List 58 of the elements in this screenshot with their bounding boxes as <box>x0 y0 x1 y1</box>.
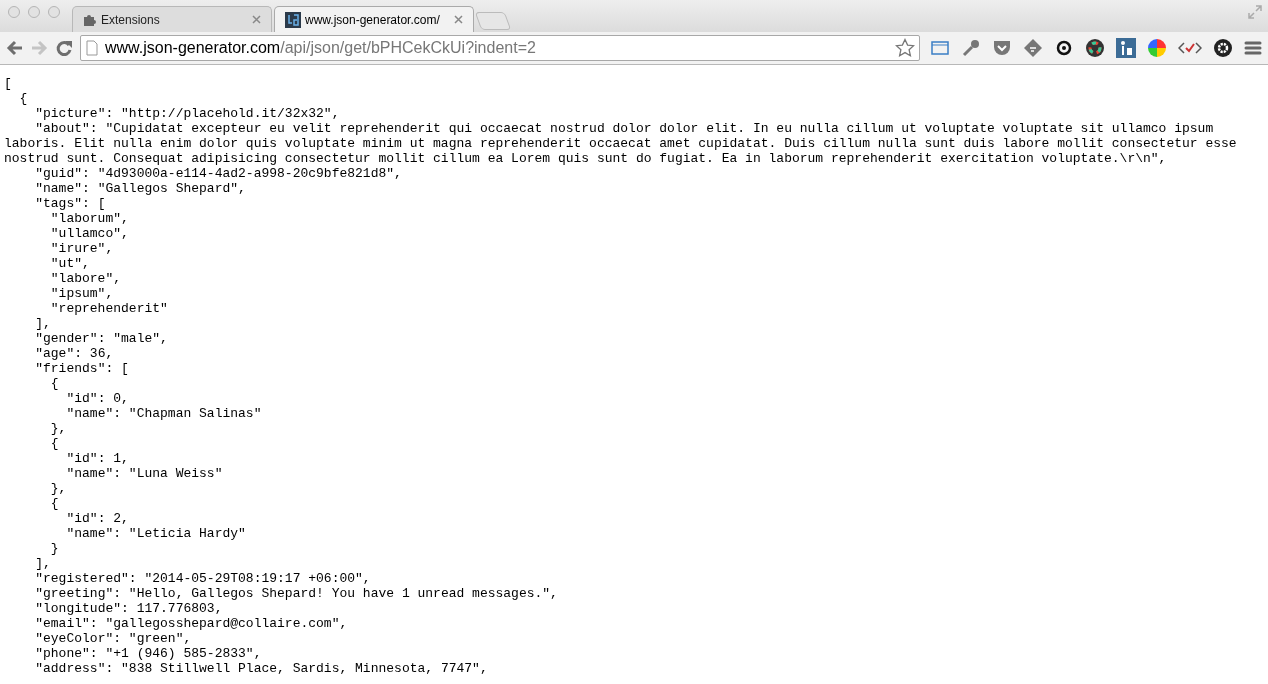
code-line: { <box>18 91 29 106</box>
color-wheel-icon[interactable] <box>1147 38 1167 58</box>
code-line: "name": "Gallegos Shepard", <box>34 181 247 196</box>
code-line: "labore", <box>49 271 123 286</box>
code-line: "picture": "http://placehold.it/32x32", <box>34 106 341 121</box>
code-line: "reprehenderit" <box>49 301 169 316</box>
url-path: /api/json/get/bPHCekCkUi?indent=2 <box>280 38 536 58</box>
settings-icon[interactable] <box>1213 38 1233 58</box>
code-line: [ <box>4 76 13 91</box>
page-icon <box>85 40 99 56</box>
code-line: { <box>49 376 60 391</box>
code-line: } <box>49 541 60 556</box>
code-line: "friends": [ <box>34 361 130 376</box>
code-line: "laborum", <box>49 211 130 226</box>
window-frame-icon[interactable] <box>930 39 950 57</box>
pocket-icon[interactable] <box>992 39 1012 57</box>
code-line: "name": "Chapman Salinas" <box>65 406 263 421</box>
code-line: "eyeColor": "green", <box>34 631 193 646</box>
code-line: "tags": [ <box>34 196 107 211</box>
puzzle-piece-icon <box>83 12 97 27</box>
code-line: "about": "Cupidatat excepteur eu velit reprehenderit qui occaecat nostrud dolor dolor elit. In eu nulla cillum ut voluptate voluptate sit ullamco ipsum laboris. Elit nulla enim dolor quis voluptate minim ut magna reprehenderit occaecat amet cupidatat. Duis cillum nulla sunt duis labore mollit consectetur esse nostrud sunt. Consequat adipisicing consectetur mollit cillum ea Lorem quis sunt do fugiat. Ea in laborum reprehenderit exercitation voluptate.\r\n", <box>4 121 1238 166</box>
code-line: "gender": "male", <box>34 331 169 346</box>
code-line: "email": "gallegosshepard@collaire.com", <box>34 616 349 631</box>
address-bar[interactable]: www.json-generator.com/api/json/get/bPHCekCkUi?indent=2 <box>80 35 920 61</box>
bookmark-star-icon[interactable] <box>895 38 915 58</box>
code-check-icon[interactable] <box>1178 40 1202 56</box>
code-line: "ipsum", <box>49 286 115 301</box>
code-line: "ut", <box>49 256 91 271</box>
code-line: "greeting": "Hello, Gallegos Shepard! You have 1 unread messages.", <box>34 586 559 601</box>
code-line: "irure", <box>49 241 115 256</box>
close-icon[interactable] <box>252 15 261 24</box>
code-line: ], <box>34 316 52 331</box>
code-line: "id": 0, <box>65 391 130 406</box>
code-line: ], <box>34 556 52 571</box>
key-icon[interactable] <box>961 38 981 58</box>
code-line: "id": 1, <box>65 451 130 466</box>
code-line: "age": 36, <box>34 346 115 361</box>
color-lens-icon[interactable] <box>1085 38 1105 58</box>
code-line: { <box>49 436 60 451</box>
code-line: "phone": "+1 (946) 585-2833", <box>34 646 263 661</box>
code-line: }, <box>49 421 68 436</box>
browser-tab[interactable]: Extensions <box>72 6 272 32</box>
code-line: "registered": "2014-05-29T08:19:17 +06:00", <box>34 571 372 586</box>
code-line: "ullamco", <box>49 226 130 241</box>
code-line: "name": "Leticia Hardy" <box>65 526 247 541</box>
code-line: "longitude": 117.776803, <box>34 601 224 616</box>
close-icon[interactable] <box>454 15 463 24</box>
code-line: "id": 2, <box>65 511 130 526</box>
code-line: "guid": "4d93000a-e114-4ad2-a998-20c9bfe821d8", <box>34 166 403 181</box>
browser-tab[interactable]: www.json-generator.com/ <box>274 6 474 32</box>
code-line: }, <box>49 481 68 496</box>
menu-icon[interactable] <box>1244 40 1262 56</box>
code-line: "address": "838 Stillwell Place, Sardis, Minnesota, 7747", <box>34 661 489 676</box>
code-line: "name": "Luna Weiss" <box>65 466 224 481</box>
site-logo-icon <box>285 11 301 28</box>
feed-icon[interactable] <box>1023 38 1043 58</box>
code-line: { <box>49 496 60 511</box>
url-host: www.json-generator.com <box>105 38 281 58</box>
